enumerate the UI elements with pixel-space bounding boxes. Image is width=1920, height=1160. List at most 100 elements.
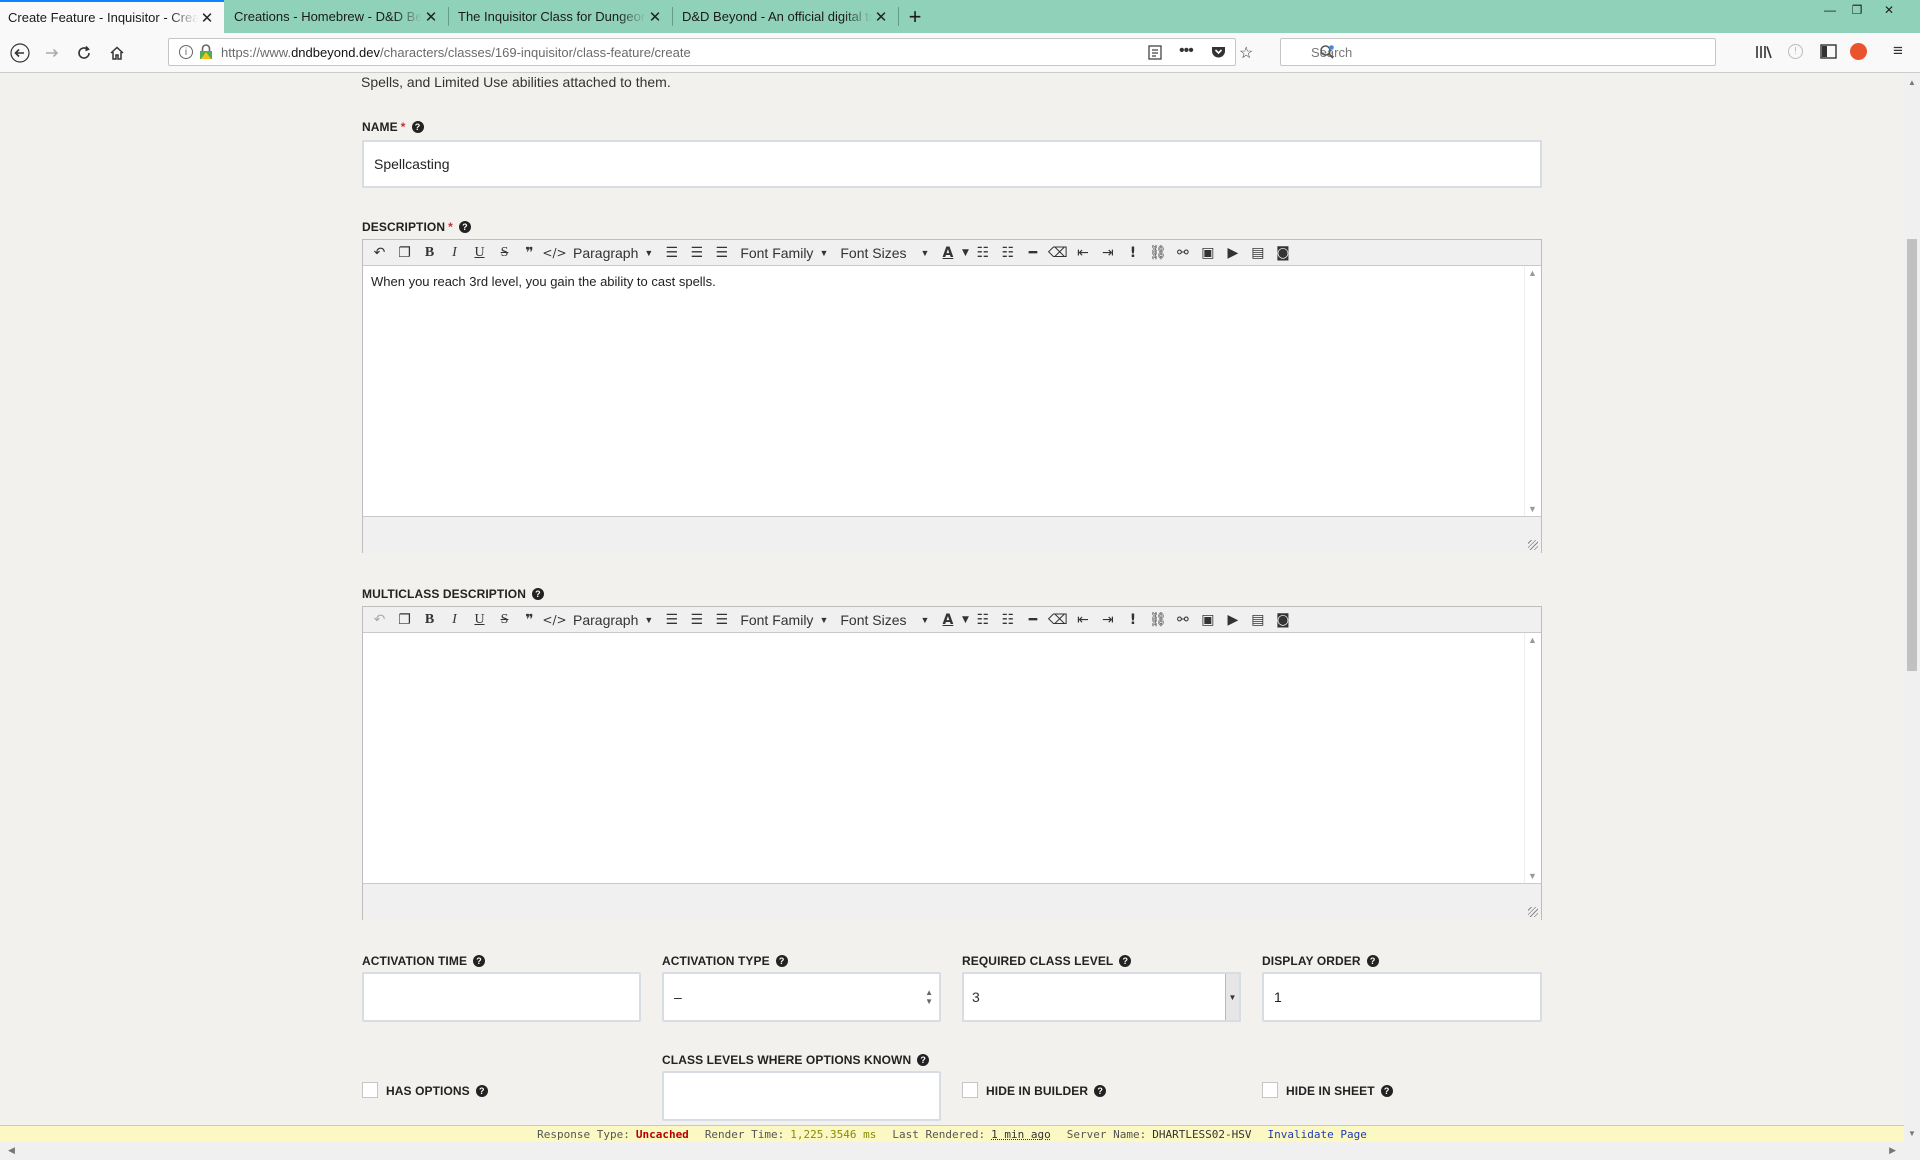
clear-format-icon[interactable]: ⌫ xyxy=(1045,242,1070,264)
help-icon[interactable]: ? xyxy=(1119,955,1132,967)
paste-icon[interactable]: ❐ xyxy=(392,609,417,631)
font-sizes-dropdown[interactable]: Font Sizes ▼ xyxy=(834,609,935,631)
class-levels-options-input[interactable] xyxy=(662,1071,941,1121)
help-icon[interactable]: ? xyxy=(775,955,788,967)
help-icon[interactable]: ? xyxy=(475,1085,488,1097)
bullet-list-icon[interactable]: ☷ xyxy=(970,609,995,631)
paragraph-dropdown[interactable]: Paragraph ▼ xyxy=(567,609,659,631)
horizontal-scrollbar[interactable]: ◀ ▶ xyxy=(0,1142,1904,1160)
font-sizes-dropdown[interactable]: Font Sizes ▼ xyxy=(834,242,935,264)
underline-icon[interactable]: U xyxy=(467,242,492,264)
text-color-icon[interactable]: A xyxy=(935,609,960,631)
help-icon[interactable]: ? xyxy=(1380,1085,1393,1097)
close-icon[interactable]: ✕ xyxy=(646,8,664,26)
hide-in-sheet-checkbox[interactable] xyxy=(1262,1082,1278,1098)
hide-in-builder-checkbox[interactable] xyxy=(962,1082,978,1098)
tab-inquisitor-class[interactable]: The Inquisitor Class for Dungeons & ✕ xyxy=(450,0,672,33)
undo-icon[interactable]: ↶ xyxy=(367,242,392,264)
help-icon[interactable]: ? xyxy=(1366,955,1379,967)
multiclass-editor-body[interactable]: ▲ ▼ xyxy=(363,633,1541,883)
scroll-left-icon[interactable]: ◀ xyxy=(8,1145,15,1156)
search-bar[interactable]: Search xyxy=(1280,38,1716,66)
info-icon[interactable]: i xyxy=(179,45,193,59)
activation-time-input[interactable] xyxy=(362,972,641,1022)
help-icon[interactable]: ? xyxy=(458,221,471,233)
align-right-icon[interactable]: ☰ xyxy=(709,242,734,264)
restore-icon[interactable]: ❐ xyxy=(1842,0,1872,20)
outdent-icon[interactable]: ⇤ xyxy=(1070,242,1095,264)
close-icon[interactable]: ✕ xyxy=(872,8,890,26)
help-icon[interactable]: ? xyxy=(473,955,486,967)
tab-dndbeyond[interactable]: D&D Beyond - An official digital to ✕ xyxy=(674,0,898,33)
indent-icon[interactable]: ⇥ xyxy=(1095,609,1120,631)
align-right-icon[interactable]: ☰ xyxy=(709,609,734,631)
scroll-right-icon[interactable]: ▶ xyxy=(1889,1145,1896,1156)
has-options-checkbox[interactable] xyxy=(362,1082,378,1098)
display-order-input[interactable]: 1 xyxy=(1262,972,1542,1022)
link-icon[interactable]: ⛓ xyxy=(1145,242,1170,264)
tracking-protection-icon[interactable]: ! xyxy=(1788,44,1803,59)
lock-warning-icon[interactable] xyxy=(199,44,213,63)
name-input[interactable]: Spellcasting xyxy=(362,140,1542,188)
blockquote-icon[interactable]: ❞ xyxy=(517,609,542,631)
pocket-icon[interactable] xyxy=(1211,45,1226,62)
page-scrollbar[interactable]: ▲ ▼ xyxy=(1904,74,1920,1160)
align-left-icon[interactable]: ☰ xyxy=(659,242,684,264)
help-icon[interactable]: ? xyxy=(411,121,424,133)
italic-icon[interactable]: I xyxy=(442,609,467,631)
close-icon[interactable]: ✕ xyxy=(198,9,216,27)
help-icon[interactable]: ? xyxy=(1094,1085,1107,1097)
horizontal-rule-icon[interactable]: ━ xyxy=(1020,609,1045,631)
url-bar[interactable]: i https://www.dndbeyond.dev/characters/c… xyxy=(168,38,1253,66)
undo-icon[interactable]: ↶ xyxy=(367,609,392,631)
dice-icon[interactable]: ◙ xyxy=(1270,609,1295,631)
back-button[interactable] xyxy=(6,39,34,67)
align-left-icon[interactable]: ☰ xyxy=(659,609,684,631)
tab-create-feature[interactable]: Create Feature - Inquisitor - Creatio ✕ xyxy=(0,0,224,33)
text-color-icon[interactable]: A xyxy=(935,242,960,264)
code-icon[interactable]: </> xyxy=(542,242,567,264)
strikethrough-icon[interactable]: S xyxy=(492,609,517,631)
forward-button[interactable] xyxy=(38,39,66,67)
code-icon[interactable]: </> xyxy=(542,609,567,631)
description-editor-body[interactable]: When you reach 3rd level, you gain the a… xyxy=(363,266,1541,516)
reader-view-icon[interactable] xyxy=(1148,45,1162,63)
bullet-list-icon[interactable]: ☷ xyxy=(970,242,995,264)
scrollbar-thumb[interactable] xyxy=(1907,239,1917,671)
library-icon[interactable] xyxy=(1755,44,1773,63)
blockquote-icon[interactable]: ❞ xyxy=(517,242,542,264)
close-icon[interactable]: ✕ xyxy=(422,8,440,26)
new-tab-button[interactable]: + xyxy=(900,3,930,30)
tab-creations[interactable]: Creations - Homebrew - D&D Beyo ✕ xyxy=(226,0,448,33)
clear-format-icon[interactable]: ⌫ xyxy=(1045,609,1070,631)
exclamation-icon[interactable]: ! xyxy=(1120,242,1145,264)
required-class-level-select[interactable]: 3 ▼ xyxy=(962,972,1241,1022)
extension-icon[interactable] xyxy=(1850,43,1867,60)
help-icon[interactable]: ? xyxy=(531,588,544,600)
dropdown-arrow-icon[interactable]: ▼ xyxy=(1225,974,1239,1020)
invalidate-page-link[interactable]: Invalidate Page xyxy=(1268,1128,1367,1141)
bold-icon[interactable]: B xyxy=(417,242,442,264)
numbered-list-icon[interactable]: ☷ xyxy=(995,242,1020,264)
multiclass-description-editor[interactable]: ↶ ❐ B I U S ❞ </> Paragraph ▼ ☰ ☰ ☰ Font … xyxy=(362,606,1542,920)
image-icon[interactable]: ▣ xyxy=(1195,609,1220,631)
video-icon[interactable]: ▶ xyxy=(1220,242,1245,264)
dice-icon[interactable]: ◙ xyxy=(1270,242,1295,264)
menu-icon[interactable]: ≡ xyxy=(1893,41,1903,61)
resize-handle-icon[interactable] xyxy=(1528,907,1538,917)
description-editor[interactable]: ↶ ❐ B I U S ❞ </> Paragraph ▼ ☰ ☰ ☰ Font … xyxy=(362,239,1542,553)
exclamation-icon[interactable]: ! xyxy=(1120,609,1145,631)
editor-scrollbar[interactable]: ▲ ▼ xyxy=(1524,633,1541,883)
font-family-dropdown[interactable]: Font Family ▼ xyxy=(734,609,834,631)
activation-type-select[interactable]: – ▲ ▼ xyxy=(662,972,941,1022)
video-icon[interactable]: ▶ xyxy=(1220,609,1245,631)
bookmark-star-icon[interactable]: ☆ xyxy=(1239,43,1253,63)
link-icon[interactable]: ⛓ xyxy=(1145,609,1170,631)
horizontal-rule-icon[interactable]: ━ xyxy=(1020,242,1045,264)
scroll-down-icon[interactable]: ▼ xyxy=(1908,1129,1916,1138)
source-code-icon[interactable]: ▤ xyxy=(1245,242,1270,264)
unlink-icon[interactable]: ⚯ xyxy=(1170,242,1195,264)
resize-handle-icon[interactable] xyxy=(1528,540,1538,550)
unlink-icon[interactable]: ⚯ xyxy=(1170,609,1195,631)
paragraph-dropdown[interactable]: Paragraph ▼ xyxy=(567,242,659,264)
